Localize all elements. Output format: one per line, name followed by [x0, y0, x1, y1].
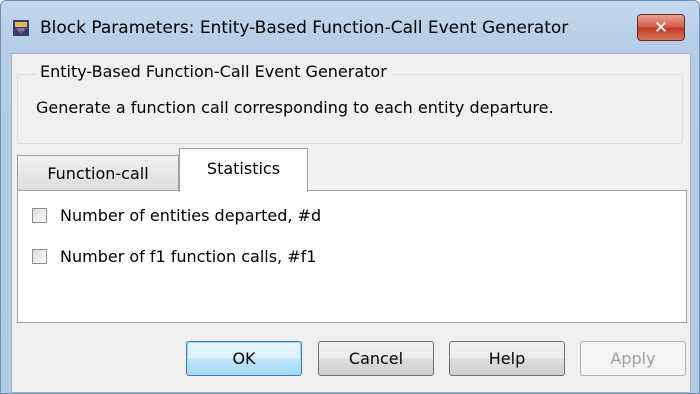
title-bar[interactable]: Block Parameters: Entity-Based Function-…	[1, 1, 699, 53]
cancel-button[interactable]: Cancel	[318, 341, 434, 376]
tab-statistics[interactable]: Statistics	[179, 148, 308, 192]
close-button[interactable]: ✕	[637, 14, 685, 41]
simulink-block-icon	[13, 20, 29, 36]
help-button[interactable]: Help	[449, 341, 565, 376]
dialog-client-area: Entity-Based Function-Call Event Generat…	[11, 53, 691, 393]
group-legend: Entity-Based Function-Call Event Generat…	[36, 62, 391, 81]
statistics-panel: Number of entities departed, #d Number o…	[17, 190, 687, 323]
function-calls-label[interactable]: Number of f1 function calls, #f1	[60, 247, 316, 266]
entities-departed-checkbox[interactable]	[32, 208, 47, 223]
function-calls-option[interactable]: Number of f1 function calls, #f1	[32, 247, 316, 266]
window-title: Block Parameters: Entity-Based Function-…	[40, 18, 569, 38]
apply-button[interactable]: Apply	[580, 341, 686, 376]
ok-button[interactable]: OK	[186, 341, 302, 376]
entities-departed-option[interactable]: Number of entities departed, #d	[32, 206, 321, 225]
tab-function-call[interactable]: Function-call	[17, 155, 179, 191]
close-icon: ✕	[653, 17, 669, 38]
block-description-group: Entity-Based Function-Call Event Generat…	[17, 62, 683, 144]
entities-departed-label[interactable]: Number of entities departed, #d	[60, 206, 321, 225]
block-description: Generate a function call corresponding t…	[36, 98, 554, 117]
block-parameters-dialog: Block Parameters: Entity-Based Function-…	[0, 0, 700, 394]
function-calls-checkbox[interactable]	[32, 249, 47, 264]
